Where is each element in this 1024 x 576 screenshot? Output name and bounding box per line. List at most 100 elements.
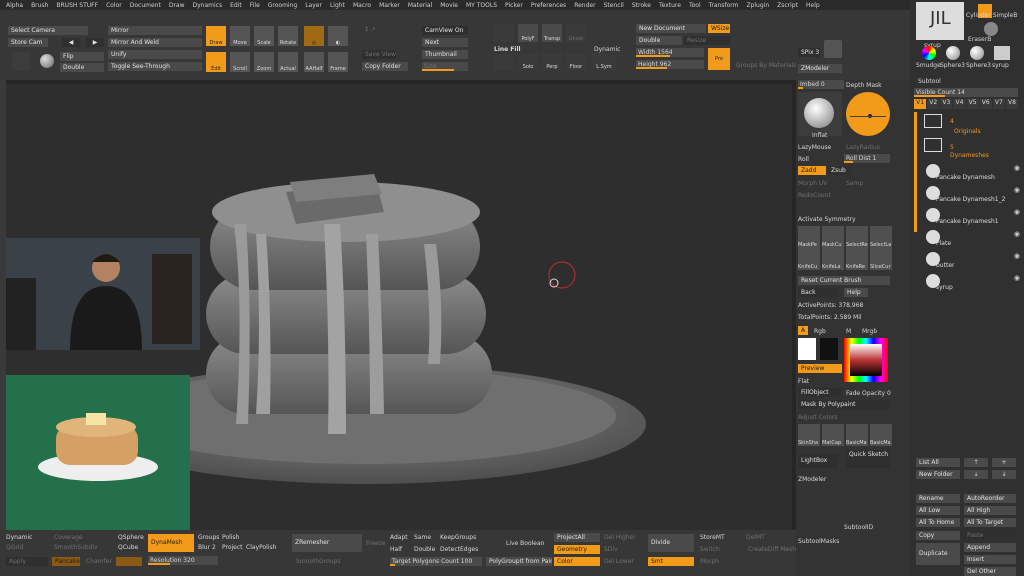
toggle-see-through-button[interactable]: Toggle See-Through bbox=[108, 62, 202, 71]
qgrid-label[interactable]: QGrid bbox=[6, 544, 23, 551]
dynamic-bottom-label[interactable]: Dynamic bbox=[6, 534, 32, 541]
draw-button[interactable]: Draw bbox=[206, 26, 226, 46]
menu-item[interactable]: Preferences bbox=[531, 2, 566, 9]
visibility-tab[interactable]: V7 bbox=[992, 99, 1005, 109]
actual-button[interactable]: Actual bbox=[278, 52, 298, 72]
frame-button[interactable]: Frame bbox=[328, 52, 348, 72]
subtool-title[interactable]: Subtool bbox=[918, 78, 941, 85]
camview-on-button[interactable]: CamView On bbox=[422, 26, 468, 35]
inflat-brush-thumb[interactable] bbox=[798, 92, 842, 136]
preview-button[interactable]: Preview bbox=[798, 364, 842, 373]
blur-slider[interactable]: Blur 2 bbox=[198, 544, 216, 551]
arrow-plus-button[interactable]: + bbox=[992, 458, 1016, 467]
zmodeler-label[interactable]: ZModeler bbox=[798, 476, 826, 483]
imbed-slider[interactable]: Imbed 0 bbox=[798, 80, 844, 89]
menu-item[interactable]: Edit bbox=[230, 2, 242, 9]
double-button[interactable]: Double bbox=[60, 63, 104, 72]
list-all-button[interactable]: List All bbox=[916, 458, 960, 467]
subtool-item[interactable]: Pancake Dynamesh1 ◉ bbox=[924, 206, 1020, 226]
qsphere-label[interactable]: QSphere bbox=[118, 534, 144, 541]
menu-item[interactable]: File bbox=[250, 2, 260, 9]
knife-brush-button[interactable]: KnifeRe bbox=[846, 248, 868, 270]
draw-icon[interactable] bbox=[494, 24, 514, 42]
menu-item[interactable]: Zplugin bbox=[746, 2, 769, 9]
subtool-item[interactable]: butter ◉ bbox=[924, 250, 1020, 270]
menu-item[interactable]: Stencil bbox=[604, 2, 624, 9]
arrow-down-button[interactable]: ⇣ bbox=[964, 470, 988, 479]
coverage-label[interactable]: Coverage bbox=[54, 534, 83, 541]
all-high-button[interactable]: All High bbox=[964, 506, 1016, 515]
menu-item[interactable]: Draw bbox=[169, 2, 185, 9]
autoreorder-button[interactable]: AutoReorder bbox=[964, 494, 1016, 503]
del-mt-label[interactable]: DelMT bbox=[746, 534, 765, 541]
menu-item[interactable]: Brush bbox=[31, 2, 48, 9]
next-camera-button[interactable]: ▶ bbox=[86, 38, 104, 47]
keepgroups-label[interactable]: KeepGroups bbox=[440, 534, 476, 541]
eye-icon[interactable]: ◉ bbox=[1014, 164, 1020, 172]
scroll-button[interactable]: Scroll bbox=[230, 52, 250, 72]
copy-folder-button[interactable]: Copy Folder bbox=[362, 62, 408, 71]
material-sphere-icon[interactable] bbox=[40, 54, 54, 68]
new-folder-button[interactable]: New Folder bbox=[916, 470, 960, 479]
material-button[interactable]: BasicMa bbox=[870, 424, 892, 446]
m-label[interactable]: M bbox=[846, 328, 851, 335]
roll-dist-slider[interactable]: Roll Dist 1 bbox=[844, 154, 890, 163]
store-mt-label[interactable]: StoreMT bbox=[700, 534, 725, 541]
menu-item[interactable]: Movie bbox=[440, 2, 458, 9]
width-slider[interactable]: Width 1564 bbox=[636, 48, 704, 57]
dynameshes-folder-icon[interactable] bbox=[924, 138, 942, 152]
zadd-button[interactable]: Zadd bbox=[798, 166, 826, 175]
project-label[interactable]: Project bbox=[222, 544, 243, 551]
morph-label[interactable]: Morph bbox=[700, 558, 719, 565]
polish-label[interactable]: Polish bbox=[222, 534, 239, 541]
claypolish-label[interactable]: ClayPolish bbox=[246, 544, 276, 551]
menu-item[interactable]: MY TOOLS bbox=[466, 2, 497, 9]
menu-item[interactable]: Transform bbox=[709, 2, 739, 9]
flip-button[interactable]: Flip bbox=[60, 52, 104, 61]
eye-icon[interactable]: ◉ bbox=[1014, 252, 1020, 260]
insert-button[interactable]: Insert bbox=[964, 555, 1016, 564]
smt-button[interactable]: Smt bbox=[648, 557, 694, 566]
groups-label[interactable]: Groups bbox=[198, 534, 219, 541]
create-diff-mesh-label[interactable]: CreateDiff Mesh bbox=[748, 546, 796, 553]
flat-label[interactable]: Flat bbox=[798, 378, 809, 385]
arrow-minus-button[interactable]: ↓ bbox=[992, 470, 1016, 479]
solo-button[interactable]: Solo bbox=[518, 54, 538, 70]
adapt-label[interactable]: Adapt bbox=[390, 534, 408, 541]
menu-item[interactable]: Material bbox=[408, 2, 432, 9]
stamp-icon[interactable] bbox=[12, 52, 30, 70]
brush-preview-icon[interactable] bbox=[824, 40, 842, 58]
activate-symmetry-label[interactable]: Activate Symmetry bbox=[798, 216, 856, 223]
knife-brush-button[interactable]: KnifeCu bbox=[798, 248, 820, 270]
depth-mask-icon[interactable] bbox=[846, 92, 890, 136]
samp-label[interactable]: Samp bbox=[846, 180, 863, 187]
menu-item[interactable]: Texture bbox=[659, 2, 681, 9]
menu-item[interactable]: Layer bbox=[305, 2, 322, 9]
zmodeler-brush-button[interactable]: ZModeler bbox=[798, 64, 842, 73]
eye-icon[interactable]: ◉ bbox=[1014, 186, 1020, 194]
menu-item[interactable]: Light bbox=[330, 2, 345, 9]
append-button[interactable]: Append bbox=[964, 543, 1016, 552]
mirror-and-weld-button[interactable]: Mirror And Weld bbox=[108, 38, 202, 47]
material-button[interactable]: MatCap bbox=[822, 424, 844, 446]
dynameshes-label[interactable]: Dynameshes bbox=[950, 152, 989, 159]
knife-brush-button[interactable]: SliceCur bbox=[870, 248, 892, 270]
material-button[interactable]: BasicMa bbox=[846, 424, 868, 446]
all-to-home-button[interactable]: All To Home bbox=[916, 518, 960, 527]
menu-item[interactable]: Render bbox=[574, 2, 595, 9]
roll-label[interactable]: Roll bbox=[798, 156, 809, 163]
originals-label[interactable]: Originals bbox=[954, 128, 981, 135]
switch-label[interactable]: Switch bbox=[700, 546, 720, 553]
visibility-tab[interactable]: V4 bbox=[953, 99, 966, 109]
menu-item[interactable]: Stroke bbox=[632, 2, 651, 9]
menu-item[interactable]: Grooming bbox=[268, 2, 297, 9]
fade-opacity-slider[interactable]: Fade Opacity 0 bbox=[846, 390, 891, 397]
rename-button[interactable]: Rename bbox=[916, 494, 960, 503]
qcube-label[interactable]: QCube bbox=[118, 544, 138, 551]
arrow-up-button[interactable]: ⇡ bbox=[964, 458, 988, 467]
new-document-button[interactable]: New Document bbox=[636, 24, 706, 33]
visibility-tab[interactable]: V3 bbox=[940, 99, 953, 109]
divide-button[interactable]: Divide bbox=[648, 534, 694, 552]
paste-button[interactable]: Paste bbox=[964, 531, 1016, 540]
aahalf-button[interactable]: AAHalf bbox=[304, 52, 324, 72]
